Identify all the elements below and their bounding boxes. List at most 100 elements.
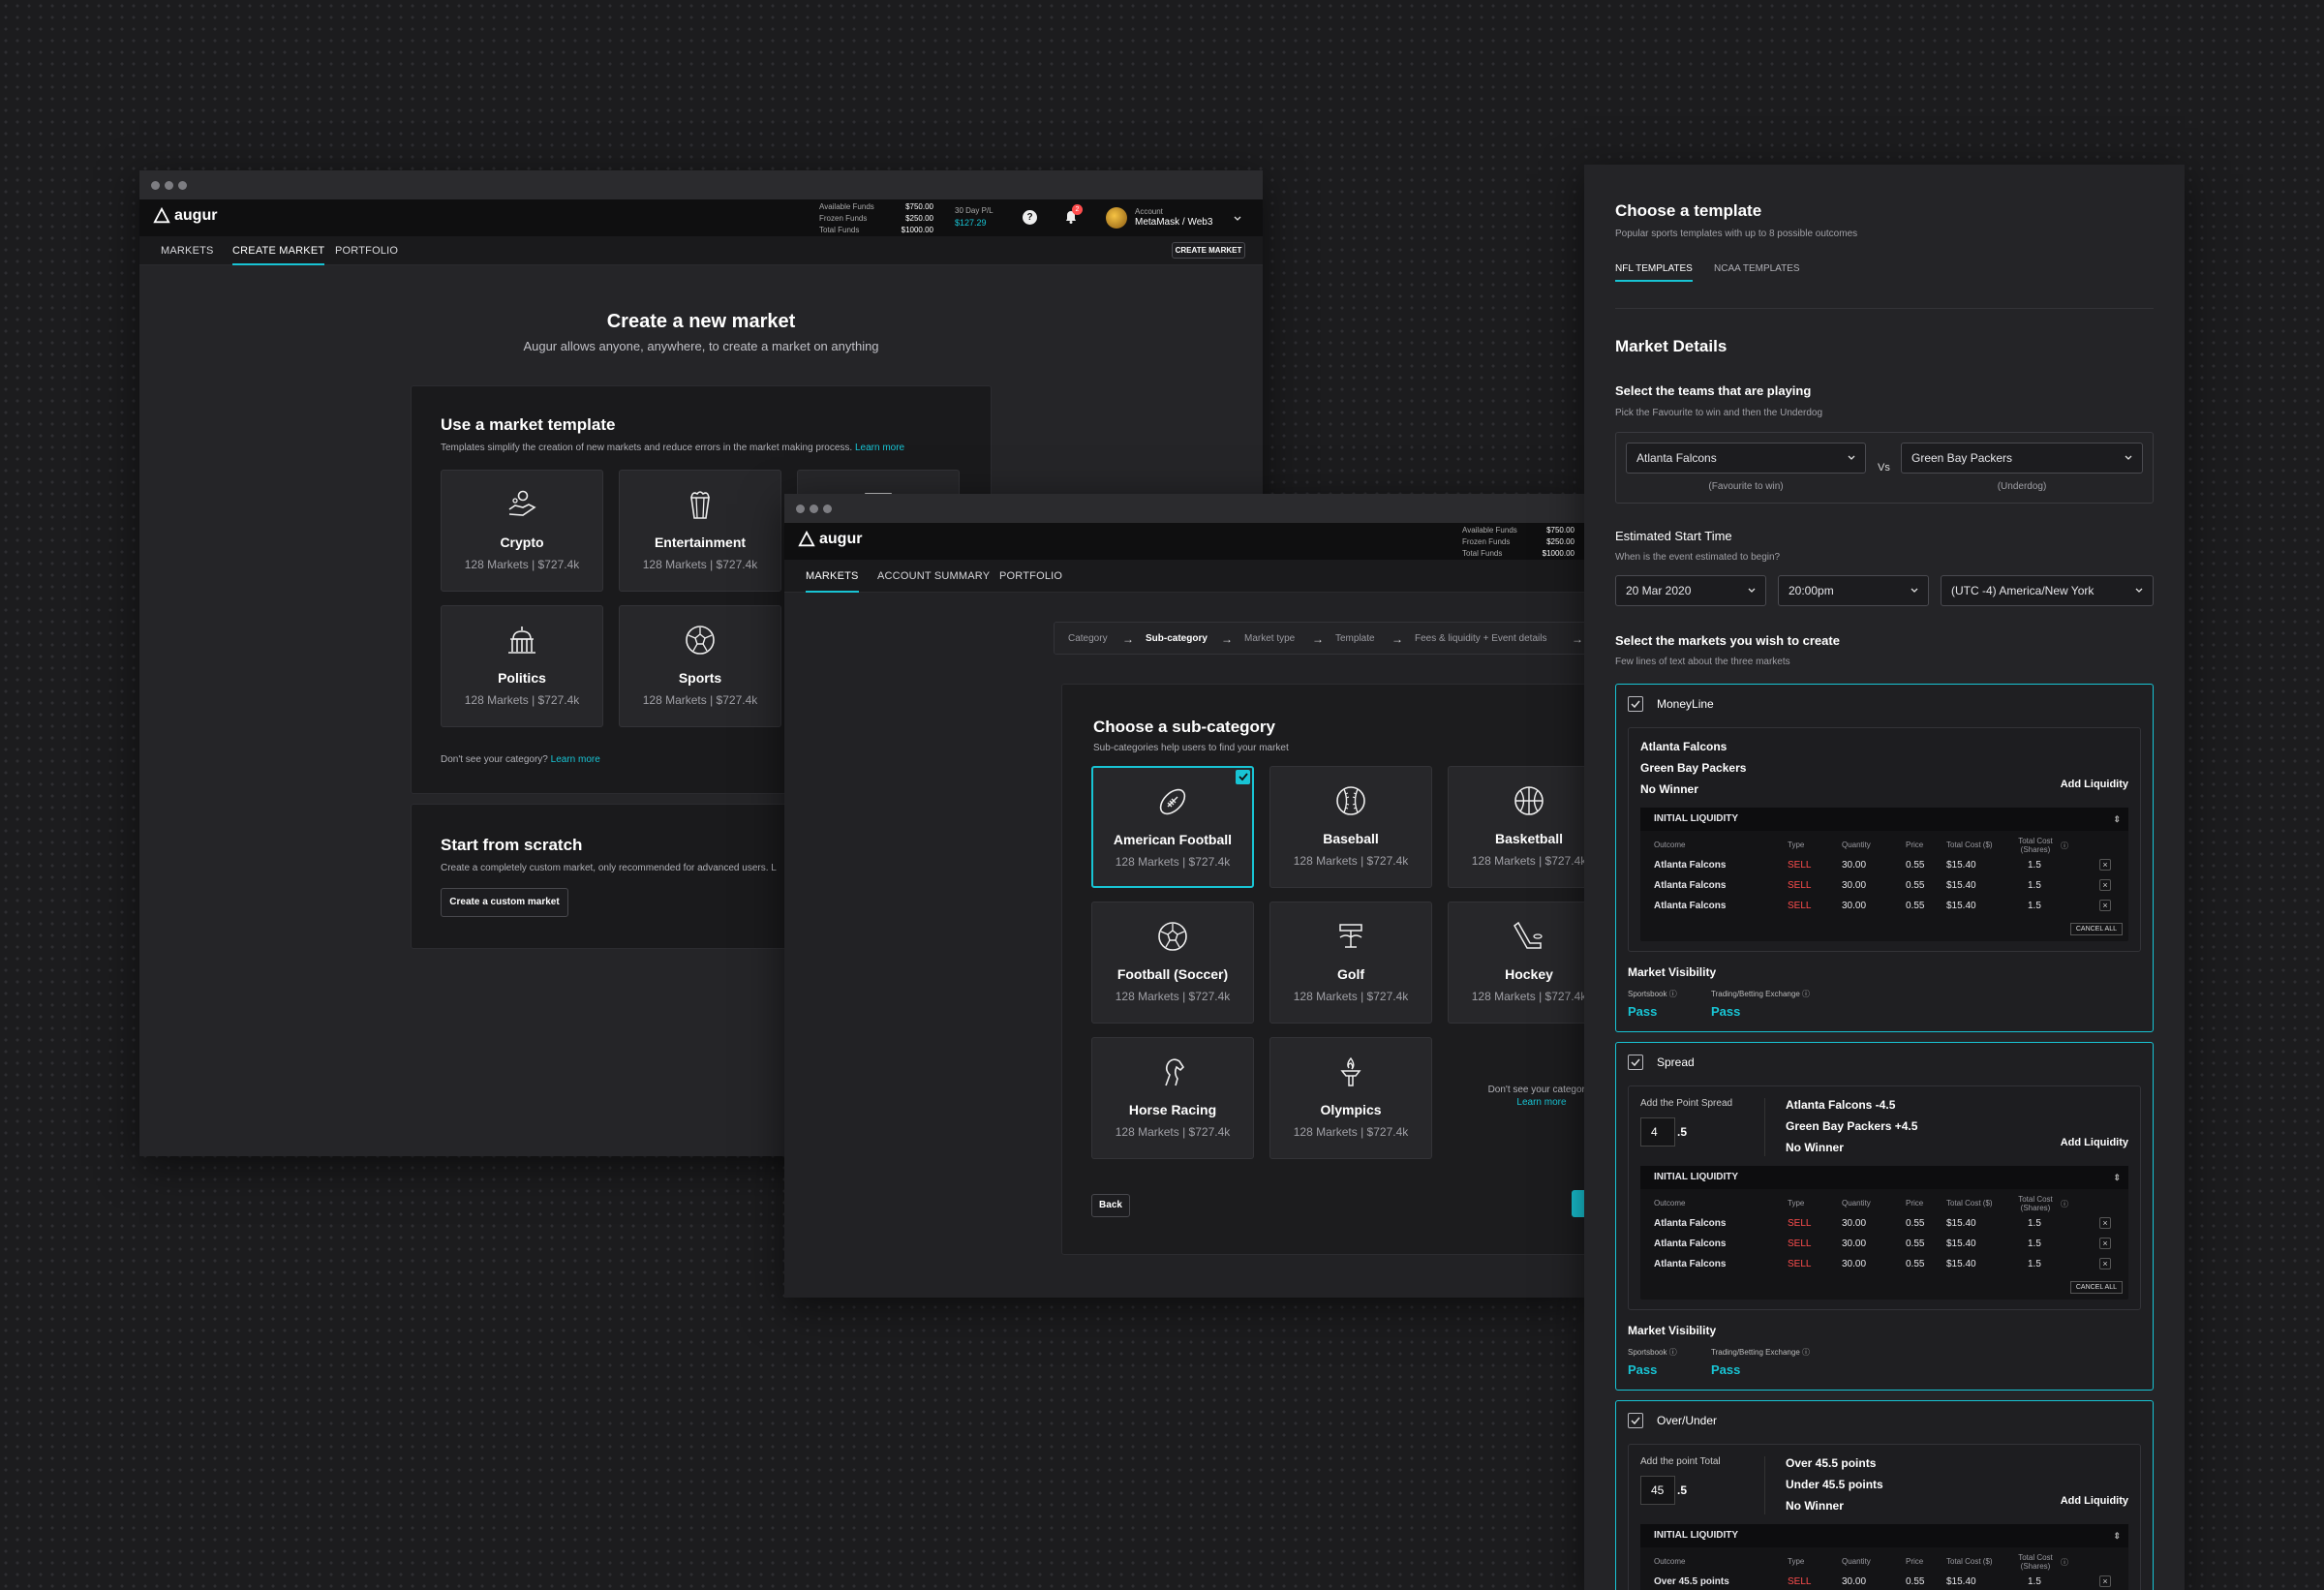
- create-custom-market-button[interactable]: Create a custom market: [441, 888, 568, 917]
- info-icon[interactable]: ⓘ: [2061, 841, 2068, 851]
- learn-more-link[interactable]: Learn more: [1450, 1096, 1584, 1109]
- info-icon[interactable]: ⓘ: [1802, 1348, 1810, 1357]
- add-liquidity-button[interactable]: Add Liquidity: [2061, 1495, 2128, 1507]
- subcategory-tile-hockey[interactable]: Hockey 128 Markets | $727.4k: [1448, 902, 1584, 1024]
- table-cell: SELL: [1788, 880, 1812, 891]
- subcategory-tile-golf[interactable]: Golf 128 Markets | $727.4k: [1269, 902, 1432, 1024]
- nav-markets[interactable]: MARKETS: [161, 236, 214, 265]
- info-icon[interactable]: ⓘ: [1669, 990, 1677, 998]
- info-icon[interactable]: ⓘ: [2061, 1199, 2068, 1209]
- remove-order-icon[interactable]: ×: [2099, 1217, 2111, 1229]
- window-dot[interactable]: [165, 180, 173, 190]
- markets-desc: Few lines of text about the three market…: [1615, 657, 1790, 667]
- chevron-updown-icon[interactable]: ⇕: [2113, 1524, 2121, 1547]
- moneyline-checkbox[interactable]: [1628, 696, 1643, 712]
- remove-order-icon[interactable]: ×: [2099, 859, 2111, 871]
- table-cell: 30.00: [1842, 1259, 1867, 1269]
- window-dot[interactable]: [178, 180, 187, 190]
- category-tile-sports[interactable]: Sports 128 Markets | $727.4k: [619, 605, 781, 727]
- timezone-select[interactable]: (UTC -4) America/New York: [1941, 575, 2154, 606]
- add-liquidity-button[interactable]: Add Liquidity: [2061, 1137, 2128, 1148]
- subcategory-tile-basketball[interactable]: Basketball 128 Markets | $727.4k: [1448, 766, 1584, 888]
- liquidity-header[interactable]: INITIAL LIQUIDITY ⇕: [1640, 1524, 2128, 1547]
- team2-select[interactable]: Green Bay Packers: [1901, 443, 2143, 474]
- step-market-type[interactable]: Market type: [1244, 623, 1295, 656]
- augur-logo[interactable]: augur: [153, 207, 217, 225]
- tab-ncaa-templates[interactable]: NCAA TEMPLATES: [1714, 263, 1800, 274]
- cancel-all-button[interactable]: CANCEL ALL: [2069, 1281, 2123, 1294]
- subcategory-tile-baseball[interactable]: Baseball 128 Markets | $727.4k: [1269, 766, 1432, 888]
- table-cell: 0.55: [1906, 1576, 1925, 1587]
- learn-more-link[interactable]: Learn more: [551, 754, 600, 765]
- info-icon[interactable]: ⓘ: [2061, 1557, 2068, 1568]
- chevron-down-icon[interactable]: [1234, 215, 1241, 223]
- notification-bell-icon[interactable]: 2: [1063, 204, 1083, 225]
- subcategory-tile-horse-racing[interactable]: Horse Racing 128 Markets | $727.4k: [1091, 1037, 1254, 1159]
- remove-order-icon[interactable]: ×: [2099, 1258, 2111, 1269]
- step-template[interactable]: Template: [1335, 623, 1375, 656]
- tile-stats: 128 Markets | $727.4k: [1115, 990, 1231, 1003]
- window-dot[interactable]: [151, 180, 160, 190]
- column-header: Outcome: [1654, 1199, 1686, 1208]
- liquidity-header[interactable]: INITIAL LIQUIDITY ⇕: [1640, 1166, 2128, 1189]
- cancel-all-button[interactable]: CANCEL ALL: [2069, 923, 2123, 935]
- back-button[interactable]: Back: [1091, 1194, 1130, 1217]
- arrow-right-icon: →: [1572, 632, 1583, 646]
- info-icon[interactable]: ⓘ: [1802, 990, 1810, 998]
- create-market-button[interactable]: CREATE MARKET: [1172, 242, 1245, 259]
- date-select[interactable]: 20 Mar 2020: [1615, 575, 1766, 606]
- nav-account-summary[interactable]: ACCOUNT SUMMARY: [877, 560, 990, 593]
- category-tile-politics[interactable]: Politics 128 Markets | $727.4k: [441, 605, 603, 727]
- nav-portfolio[interactable]: PORTFOLIO: [999, 560, 1062, 593]
- window-dot[interactable]: [810, 504, 818, 513]
- subcategory-tile-soccer[interactable]: Football (Soccer) 128 Markets | $727.4k: [1091, 902, 1254, 1024]
- chevron-updown-icon[interactable]: ⇕: [2113, 808, 2121, 831]
- market-moneyline: MoneyLine Atlanta Falcons Green Bay Pack…: [1615, 684, 2154, 1032]
- time-select[interactable]: 20:00pm: [1778, 575, 1929, 606]
- dont-see-text: Don't see your category?: [441, 754, 548, 765]
- learn-more-link[interactable]: Learn more: [855, 443, 904, 453]
- window-dot[interactable]: [823, 504, 832, 513]
- remove-order-icon[interactable]: ×: [2099, 879, 2111, 891]
- account-avatar[interactable]: [1106, 207, 1127, 229]
- category-tile-entertainment[interactable]: Entertainment 128 Markets | $727.4k: [619, 470, 781, 592]
- table-cell: SELL: [1788, 860, 1812, 871]
- remove-order-icon[interactable]: ×: [2099, 900, 2111, 911]
- step-sub-category[interactable]: Sub-category: [1146, 623, 1208, 656]
- funds-label: Frozen Funds: [819, 214, 868, 223]
- liquidity-header[interactable]: INITIAL LIQUIDITY ⇕: [1640, 808, 2128, 831]
- tile-stats: 128 Markets | $727.4k: [464, 558, 580, 571]
- visibility-label: Market Visibility: [1628, 1324, 1717, 1337]
- table-cell: 1.5: [2028, 880, 2041, 891]
- nav-portfolio[interactable]: PORTFOLIO: [335, 236, 398, 265]
- info-icon[interactable]: ⓘ: [1669, 1348, 1677, 1357]
- point-spread-input[interactable]: 4: [1640, 1117, 1675, 1147]
- next-button[interactable]: [1572, 1190, 1584, 1217]
- subcategory-tile-olympics[interactable]: Olympics 128 Markets | $727.4k: [1269, 1037, 1432, 1159]
- add-liquidity-button[interactable]: Add Liquidity: [2061, 779, 2128, 790]
- remove-order-icon[interactable]: ×: [2099, 1238, 2111, 1249]
- point-spread-suffix: .5: [1677, 1125, 1688, 1139]
- step-category[interactable]: Category: [1068, 623, 1108, 656]
- augur-logo[interactable]: augur: [798, 531, 862, 548]
- outcome-label: Atlanta Falcons: [1640, 740, 1728, 753]
- panel-title: Choose a template: [1615, 201, 1762, 220]
- category-tile-crypto[interactable]: Crypto 128 Markets | $727.4k: [441, 470, 603, 592]
- nav-markets[interactable]: MARKETS: [806, 560, 859, 593]
- teams-desc: Pick the Favourite to win and then the U…: [1615, 408, 1823, 418]
- subcategory-tile-american-football[interactable]: American Football 128 Markets | $727.4k: [1091, 766, 1254, 888]
- team1-select[interactable]: Atlanta Falcons: [1626, 443, 1866, 474]
- step-fees-liquidity[interactable]: Fees & liquidity + Event details: [1415, 623, 1546, 656]
- remove-order-icon[interactable]: ×: [2099, 1575, 2111, 1587]
- window-dot[interactable]: [796, 504, 805, 513]
- spread-checkbox[interactable]: [1628, 1055, 1643, 1070]
- tab-nfl-templates[interactable]: NFL TEMPLATES: [1615, 263, 1693, 282]
- chevron-updown-icon[interactable]: ⇕: [2113, 1166, 2121, 1189]
- tabs-divider: [1615, 308, 2154, 309]
- over-under-checkbox[interactable]: [1628, 1413, 1643, 1428]
- help-icon[interactable]: ?: [1023, 210, 1037, 225]
- nav-create-market[interactable]: CREATE MARKET: [232, 236, 325, 265]
- point-total-input[interactable]: 45: [1640, 1476, 1675, 1505]
- account-menu[interactable]: Account MetaMask / Web3: [1135, 206, 1212, 228]
- pl-value: $127.29: [955, 218, 987, 228]
